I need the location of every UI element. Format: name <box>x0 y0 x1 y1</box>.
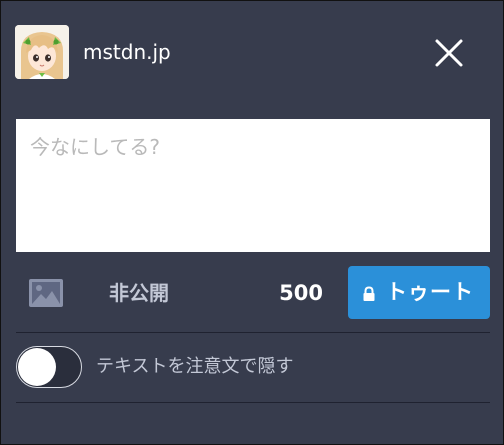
content-warning-toggle[interactable] <box>16 346 82 388</box>
compose-toolbar: 非公開 500 トゥート <box>1 263 503 323</box>
media-upload-button[interactable] <box>27 277 65 309</box>
image-icon <box>29 279 63 307</box>
content-warning-label[interactable]: テキストを注意文で隠す <box>96 355 293 379</box>
content-warning-row: テキストを注意文で隠す <box>1 335 503 401</box>
compose-textarea[interactable] <box>16 119 490 252</box>
avatar[interactable] <box>15 25 69 79</box>
toggle-knob <box>18 348 56 386</box>
character-counter: 500 <box>279 281 323 305</box>
divider <box>16 402 490 403</box>
lock-icon <box>363 286 375 301</box>
avatar-image <box>15 25 69 79</box>
divider <box>16 332 490 333</box>
close-icon <box>435 39 463 67</box>
toot-button-label: トゥート <box>386 280 474 304</box>
toot-button[interactable]: トゥート <box>348 266 490 319</box>
close-button[interactable] <box>427 31 471 75</box>
privacy-selector[interactable]: 非公開 <box>109 280 169 306</box>
instance-name: mstdn.jp <box>83 40 171 64</box>
compose-header: mstdn.jp <box>1 1 503 101</box>
compose-panel: mstdn.jp 非公開 500 トゥート <box>0 0 504 445</box>
